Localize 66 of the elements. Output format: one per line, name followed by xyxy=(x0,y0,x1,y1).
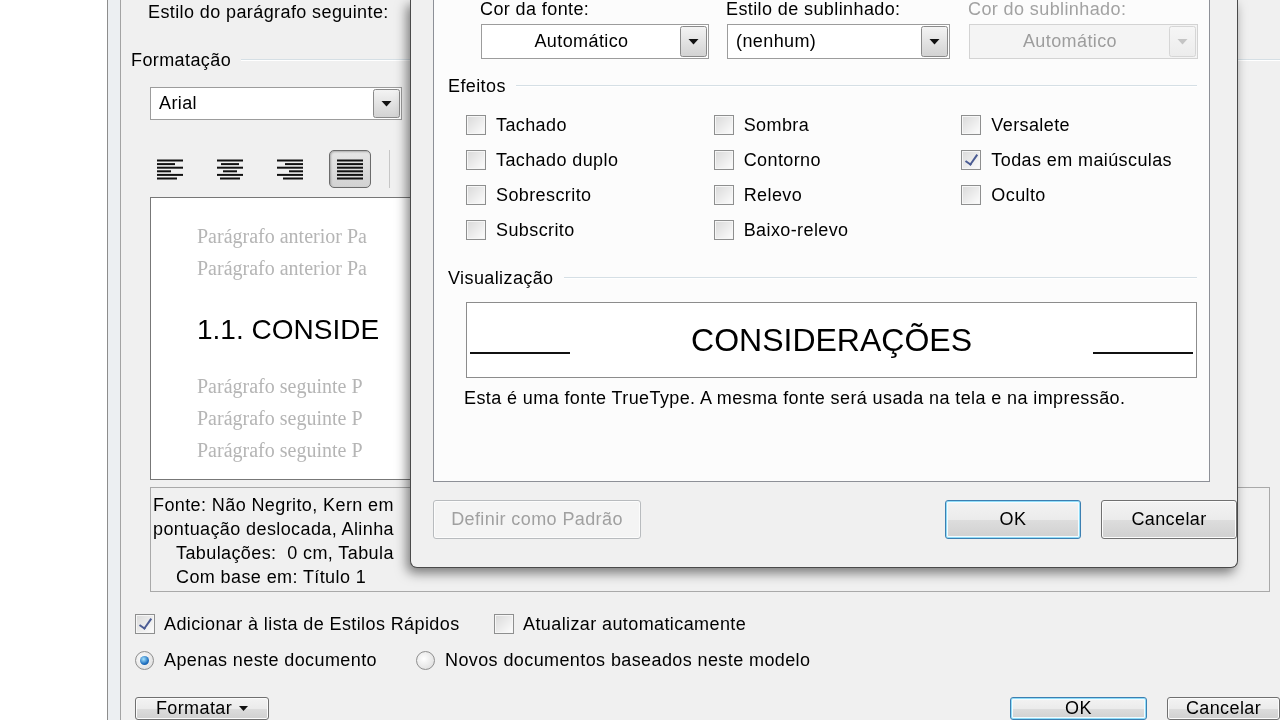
align-center-icon xyxy=(217,158,243,180)
field-label: Estilo do parágrafo seguinte: xyxy=(148,2,389,22)
justify-icon xyxy=(337,158,363,180)
preview-text: Parágrafo seguinte P xyxy=(197,374,363,400)
checkbox[interactable] xyxy=(713,184,734,205)
ok-button[interactable]: OK xyxy=(945,500,1081,539)
alignment-button[interactable] xyxy=(329,150,371,188)
dropdown[interactable]: Automático xyxy=(481,24,709,59)
radio-button[interactable] xyxy=(416,650,435,670)
radio-label[interactable]: Novos documentos baseados neste modelo xyxy=(445,650,811,670)
preview-text: Parágrafo seguinte P xyxy=(197,438,363,464)
info-text: Esta é uma fonte TrueType. A mesma fonte será usada na tela e na impressão. xyxy=(464,388,1126,408)
checkbox[interactable] xyxy=(494,614,514,634)
checkbox-label[interactable]: Adicionar à lista de Estilos Rápidos xyxy=(164,614,460,634)
preview-text: Parágrafo anterior Pa xyxy=(197,256,367,282)
checkbox[interactable] xyxy=(466,219,486,240)
section-title: Visualização xyxy=(448,268,554,288)
description-text: Tabulações: 0 cm, Tabula xyxy=(176,542,394,565)
checkbox[interactable] xyxy=(466,114,486,135)
description-text: pontuação deslocada, Alinha xyxy=(153,518,394,541)
checkbox-label[interactable]: Sombra xyxy=(743,114,810,135)
preview-text: Parágrafo seguinte P xyxy=(197,406,363,432)
checkbox[interactable] xyxy=(961,149,982,170)
checkbox[interactable] xyxy=(713,114,734,135)
ok-button[interactable]: OK xyxy=(1010,697,1147,720)
field-label: Cor da fonte: xyxy=(480,0,590,18)
checkbox-label[interactable]: Todas em maiúsculas xyxy=(991,149,1173,170)
checkbox-label[interactable]: Tachado xyxy=(496,114,567,135)
caret-down-icon[interactable] xyxy=(921,26,948,57)
section-title: Efeitos xyxy=(448,76,506,96)
radio-button[interactable] xyxy=(135,650,154,670)
preview-text: Parágrafo anterior Pa xyxy=(197,224,367,250)
checkbox-label[interactable]: Subscrito xyxy=(496,219,575,240)
caret-down-icon[interactable] xyxy=(680,26,707,57)
checkbox-label[interactable]: Oculto xyxy=(991,184,1046,205)
checkbox-label[interactable]: Contorno xyxy=(743,149,821,170)
dropdown[interactable]: (nenhum) xyxy=(727,24,950,59)
checkbox-label[interactable]: Sobrescrito xyxy=(496,184,592,205)
checkbox[interactable] xyxy=(466,184,486,205)
checkbox-label[interactable]: Versalete xyxy=(991,114,1070,135)
description-text: Fonte: Não Negrito, Kern em xyxy=(153,494,394,517)
caret-down-icon[interactable] xyxy=(373,89,400,118)
checkbox[interactable] xyxy=(466,149,486,170)
section-title: Formatação xyxy=(131,50,232,70)
checkbox-label[interactable]: Baixo-relevo xyxy=(743,219,849,240)
field-label: Cor do sublinhado: xyxy=(968,0,1127,18)
align-right-icon xyxy=(277,158,303,180)
format-menu-button[interactable]: Formatar xyxy=(135,697,269,720)
radio-label[interactable]: Apenas neste documento xyxy=(164,650,377,670)
font-dropdown[interactable]: Arial xyxy=(150,87,402,120)
align-left-icon xyxy=(157,158,183,180)
checkbox-label[interactable]: Tachado duplo xyxy=(496,149,619,170)
checkbox[interactable] xyxy=(713,219,734,240)
preview-heading: 1.1. CONSIDE xyxy=(197,313,380,347)
description-text: Com base em: Título 1 xyxy=(176,566,367,589)
checkbox[interactable] xyxy=(961,114,982,135)
checkbox[interactable] xyxy=(713,149,734,170)
caret-down-icon xyxy=(239,706,249,711)
preview-sample-text: CONSIDERAÇÕES xyxy=(691,321,972,360)
checkbox[interactable] xyxy=(961,184,982,205)
cancel-button[interactable]: Cancelar xyxy=(1167,697,1280,720)
cancel-button[interactable]: Cancelar xyxy=(1101,500,1237,539)
checkbox-label[interactable]: Atualizar automaticamente xyxy=(523,614,747,634)
checkbox-label[interactable]: Relevo xyxy=(743,184,803,205)
checkbox[interactable] xyxy=(135,614,155,634)
field-label: Estilo de sublinhado: xyxy=(726,0,901,18)
